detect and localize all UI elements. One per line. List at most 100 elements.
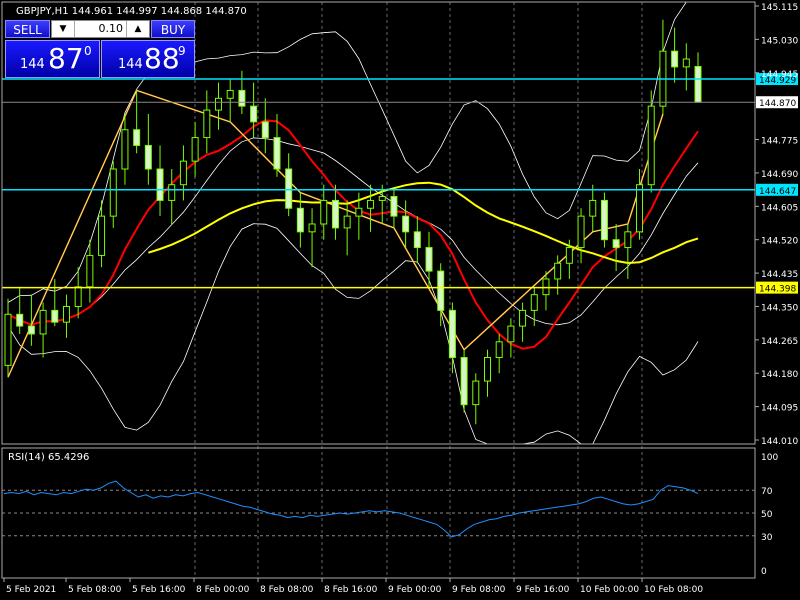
candle — [413, 216, 421, 264]
candle — [39, 302, 47, 358]
candle — [51, 278, 59, 327]
candlestick-series — [4, 19, 702, 425]
candle-body — [378, 195, 386, 201]
candle-body — [519, 309, 527, 327]
candle — [133, 90, 141, 154]
horizontal-level[interactable]: 144.398 — [2, 281, 798, 295]
candle-body — [86, 254, 94, 288]
candle-body — [109, 168, 117, 217]
candle — [179, 145, 187, 201]
candle-body — [390, 195, 398, 217]
candle-body — [367, 199, 375, 209]
time-axis: 5 Feb 2021 5 Feb 08:00 5 Feb 16:00 8 Feb 00… — [3, 578, 703, 595]
candle-body — [694, 65, 702, 103]
lot-decrease-icon[interactable]: ▼ — [52, 21, 75, 37]
candle-body — [448, 309, 456, 359]
rsi-tick-label: 30 — [761, 533, 773, 543]
price-tick-label: 144.180 — [761, 370, 798, 380]
buy-price-main: 88 — [144, 42, 180, 75]
time-label: 10 Feb 08:00 — [644, 585, 703, 595]
lot-size-field[interactable]: ▼ 0.10 ▲ — [51, 20, 150, 38]
candle-body — [98, 215, 106, 256]
candle — [460, 349, 468, 413]
candle — [507, 318, 515, 358]
candle — [261, 98, 269, 154]
candle — [308, 208, 316, 268]
price-tick-label: 144.010 — [761, 437, 798, 447]
sell-button[interactable]: SELL — [5, 20, 50, 38]
buy-price-point: 9 — [178, 44, 186, 58]
lot-increase-icon[interactable]: ▲ — [126, 21, 149, 37]
candle — [16, 286, 24, 334]
time-label: 8 Feb 08:00 — [260, 585, 314, 595]
level-price-label: 144.398 — [759, 285, 796, 295]
candle-body — [507, 325, 515, 343]
candle-body — [624, 231, 632, 249]
candle-body — [62, 305, 70, 323]
candle-body — [144, 144, 152, 170]
price-tick-label: 144.095 — [761, 404, 798, 414]
candle — [437, 263, 445, 327]
buy-button[interactable]: BUY — [151, 20, 195, 38]
rsi-tick-label: 0 — [761, 567, 767, 577]
candle — [156, 145, 164, 217]
candle — [612, 223, 620, 272]
candle-body — [437, 270, 445, 311]
price-axis: 145.115 145.030 144.945 144.775 144.690 144.6… — [1, 1, 798, 579]
candle — [577, 208, 585, 264]
candle — [425, 231, 433, 287]
lot-size-value[interactable]: 0.10 — [76, 21, 125, 37]
candle-body — [74, 286, 82, 307]
candle — [238, 70, 246, 115]
price-tick-label: 144.435 — [761, 270, 798, 280]
candle — [203, 90, 211, 154]
chart-canvas[interactable]: 144.929144.647144.398144.870 145.115145.… — [0, 0, 800, 600]
candle-body — [285, 168, 293, 209]
time-label: 5 Feb 08:00 — [68, 585, 122, 595]
candle-body — [542, 278, 550, 296]
time-label: 9 Feb 16:00 — [516, 585, 570, 595]
candle-body — [16, 313, 24, 327]
price-levels[interactable]: 144.929144.647144.398144.870 — [2, 73, 798, 295]
candle-body — [156, 168, 164, 201]
candle-body — [4, 313, 12, 366]
time-label: 8 Feb 00:00 — [196, 585, 250, 595]
candle-body — [215, 97, 223, 111]
candle — [682, 43, 690, 91]
sell-price-button[interactable]: 144 87 0 — [5, 40, 100, 78]
sell-price-point: 0 — [84, 44, 92, 58]
candle-body — [355, 207, 363, 217]
price-tick-label: 144.690 — [761, 170, 798, 180]
candle-body — [402, 215, 410, 233]
price-tick-label: 145.115 — [761, 3, 798, 13]
time-label: 9 Feb 08:00 — [452, 585, 506, 595]
candle-body — [460, 357, 468, 406]
candle — [121, 114, 129, 185]
candle — [4, 298, 12, 378]
time-label: 10 Feb 00:00 — [580, 585, 639, 595]
time-label: 9 Feb 00:00 — [388, 585, 442, 595]
rsi-tick-label: 70 — [761, 487, 773, 497]
candle-body — [168, 184, 176, 201]
candle-body — [39, 309, 47, 335]
candle-body — [121, 129, 129, 170]
candle — [74, 267, 82, 319]
candle-body — [671, 50, 679, 68]
candle-body — [296, 207, 304, 233]
candle — [62, 294, 70, 338]
candle — [624, 223, 632, 279]
one-click-trading-panel: SELL ▼ 0.10 ▲ BUY 144 87 0 144 88 9 — [5, 20, 195, 78]
candle — [215, 82, 223, 130]
time-label: 5 Feb 2021 — [6, 585, 56, 595]
candle-body — [343, 215, 351, 229]
candle-body — [577, 215, 585, 249]
chart-header: GBPJPY,H1 144.961 144.997 144.868 144.87… — [16, 6, 247, 17]
candle-body — [261, 121, 269, 139]
candle — [144, 114, 152, 185]
candle-body — [51, 309, 59, 323]
candle-body — [530, 294, 538, 311]
rsi-line — [3, 480, 699, 538]
candle — [191, 121, 199, 177]
price-tick-label: 144.520 — [761, 237, 798, 247]
buy-price-button[interactable]: 144 88 9 — [101, 40, 195, 78]
